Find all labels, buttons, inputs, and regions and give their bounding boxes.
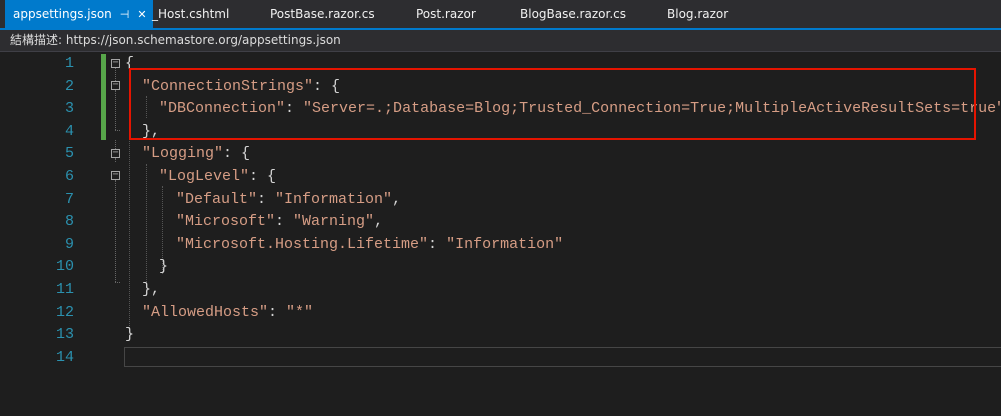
json-string-token: "AllowedHosts"	[142, 303, 269, 321]
code-line: "ConnectionStrings": {	[142, 76, 340, 98]
code-line: },	[142, 121, 160, 143]
line-number: 14	[55, 348, 74, 366]
indent-guide	[129, 74, 130, 338]
collapse-icon[interactable]: −	[111, 80, 120, 90]
tab-label: _Host.cshtml	[152, 7, 230, 21]
code-line: "Default": "Information",	[176, 189, 401, 211]
tab-label: appsettings.json	[13, 7, 112, 21]
line-number: 9	[64, 235, 74, 253]
json-punctuation-token: },	[142, 281, 161, 298]
json-string-token: "ConnectionStrings"	[142, 77, 314, 95]
json-punctuation-token: :	[428, 235, 447, 253]
json-string-token: "Logging"	[142, 145, 224, 163]
code-line: "DBConnection": "Server=.;Database=Blog;…	[159, 98, 1001, 120]
line-number: 12	[55, 303, 74, 321]
current-line-indicator	[124, 347, 1001, 367]
line-number: 1	[64, 55, 74, 72]
tab-label: BlogBase.razor.cs	[520, 7, 626, 21]
json-punctuation-token: : {	[313, 77, 341, 95]
json-string-token: "LogLevel"	[159, 168, 250, 185]
outline-line	[115, 90, 117, 130]
schema-text: 結構描述: https://json.schemastore.org/appse…	[10, 33, 341, 47]
outline-line	[115, 68, 117, 81]
json-punctuation-token: : {	[223, 145, 251, 163]
line-number: 10	[55, 258, 74, 276]
json-string-token: "Warning"	[293, 213, 375, 231]
tab-label: PostBase.razor.cs	[270, 7, 375, 21]
tab-postbase-razor-cs[interactable]: PostBase.razor.cs	[270, 0, 375, 28]
indicator-margin	[0, 52, 30, 416]
json-string-token: "Microsoft.Hosting.Lifetime"	[176, 235, 429, 253]
tab-blog-razor[interactable]: Blog.razor	[667, 0, 728, 28]
line-number: 2	[64, 77, 74, 95]
json-punctuation-token: {	[125, 55, 135, 72]
json-punctuation-token: }	[125, 326, 135, 344]
code-line: }	[159, 256, 168, 278]
outline-end	[115, 282, 120, 284]
collapse-icon[interactable]: −	[111, 148, 120, 158]
json-punctuation-token: ,	[374, 213, 384, 231]
code-line: {	[125, 53, 134, 75]
code-line: }	[125, 324, 134, 346]
tab-label: Blog.razor	[667, 7, 729, 21]
tab-label: Post.razor	[416, 7, 476, 21]
code-line: "AllowedHosts": "*"	[142, 302, 313, 324]
code-line: "LogLevel": {	[159, 166, 276, 188]
outline-line	[115, 158, 117, 162]
close-icon[interactable]: ✕	[137, 1, 146, 29]
json-punctuation-token: : {	[249, 168, 277, 185]
line-number: 4	[64, 122, 74, 140]
code-line: "Microsoft.Hosting.Lifetime": "Informati…	[176, 234, 563, 256]
outline-line	[115, 140, 117, 149]
json-string-token: "*"	[286, 303, 314, 321]
json-string-token: "Information"	[446, 235, 564, 253]
json-punctuation-token: :	[285, 100, 304, 118]
json-punctuation-token: ,	[392, 190, 402, 208]
tab-appsettings-json[interactable]: appsettings.json ⊣ ✕	[5, 0, 153, 28]
json-punctuation-token: :	[257, 190, 276, 208]
line-number: 5	[64, 145, 74, 163]
outline-line	[115, 180, 117, 282]
json-string-token: "Default"	[176, 190, 258, 208]
code-line: "Logging": {	[142, 143, 250, 165]
json-string-token: "Information"	[275, 190, 393, 208]
tab-host-cshtml[interactable]: _Host.cshtml	[152, 0, 229, 28]
json-string-token: "Server=.;Database=Blog;Trusted_Connecti…	[303, 100, 1001, 118]
line-number: 11	[55, 281, 74, 298]
schema-bar[interactable]: 結構描述: https://json.schemastore.org/appse…	[0, 30, 1001, 52]
code-line: "Microsoft": "Warning",	[176, 211, 383, 233]
indent-guide	[146, 164, 147, 296]
line-number: 7	[64, 190, 74, 208]
code-editor[interactable]: 1 2 3 4 5 6 7 8 9 10 11 12 13 14 − − − − {"Connection…	[0, 52, 1001, 416]
outline-end	[115, 130, 120, 132]
json-punctuation-token: :	[268, 303, 287, 321]
json-string-token: "DBConnection"	[159, 100, 286, 118]
document-tab-bar: appsettings.json ⊣ ✕ _Host.cshtml PostBase…	[0, 0, 1001, 30]
tab-blogbase-razor-cs[interactable]: BlogBase.razor.cs	[520, 0, 626, 28]
code-line: },	[142, 279, 160, 301]
line-number: 13	[55, 326, 74, 344]
json-string-token: "Microsoft"	[176, 213, 276, 231]
line-number: 8	[64, 213, 74, 231]
json-punctuation-token: :	[275, 213, 294, 231]
collapse-icon[interactable]: −	[111, 58, 120, 68]
line-number-gutter: 1 2 3 4 5 6 7 8 9 10 11 12 13 14	[30, 52, 100, 416]
line-number: 3	[64, 100, 74, 118]
json-punctuation-token: },	[142, 122, 161, 140]
collapse-icon[interactable]: −	[111, 170, 120, 180]
line-number: 6	[64, 168, 74, 185]
indent-guide	[146, 96, 147, 118]
json-punctuation-token: }	[159, 258, 169, 276]
pin-icon[interactable]: ⊣	[120, 1, 130, 29]
change-tracking-bar	[101, 54, 106, 140]
tab-post-razor[interactable]: Post.razor	[416, 0, 476, 28]
